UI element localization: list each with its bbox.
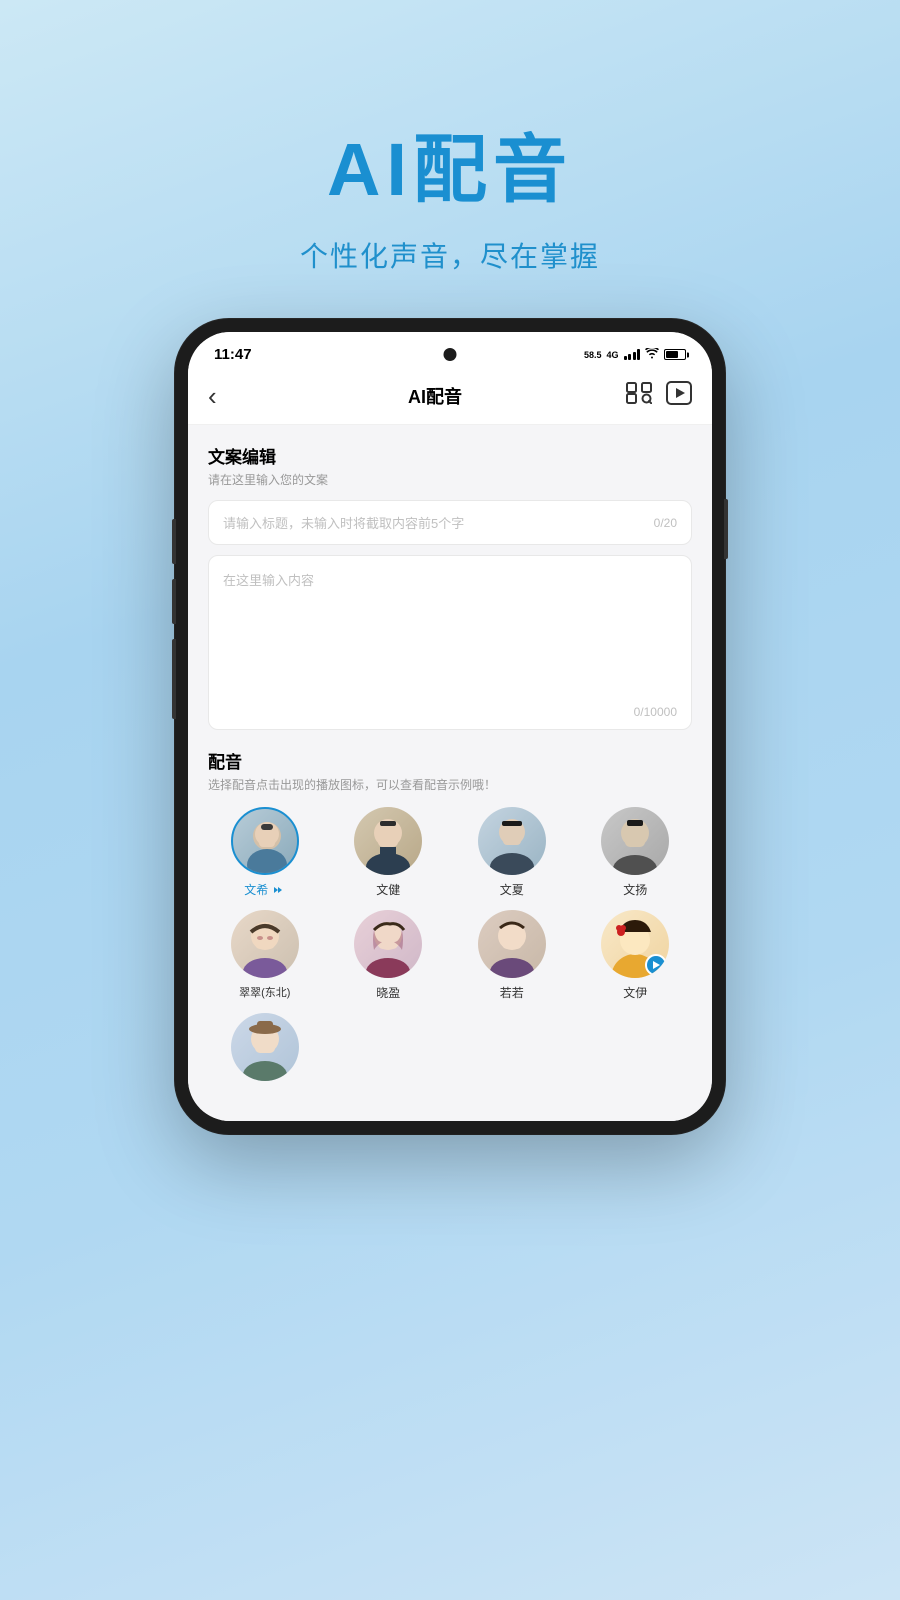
copy-section: 文案编辑 请在这里输入您的文案 请输入标题，未输入时将截取内容前5个字 0/20… — [208, 443, 692, 730]
voice-section: 配音 选择配音点击出现的播放图标，可以查看配音示例哦！ — [208, 748, 692, 1103]
active-voice-badge — [645, 954, 667, 976]
status-icons: 58.5 4G — [584, 348, 686, 362]
page-background: AI配音 个性化声音，尽在掌握 11:47 58.5 4G — [0, 0, 900, 1600]
voice-section-subtitle: 选择配音点击出现的播放图标，可以查看配音示例哦！ — [208, 776, 692, 793]
voice-item-ruoruo[interactable]: 若若 — [455, 910, 569, 1001]
main-title: AI配音 — [300, 110, 600, 217]
voice-avatar-ruoruo — [478, 910, 546, 978]
voice-avatar-wenxi — [231, 807, 299, 875]
voice-avatar-xiaoying — [354, 910, 422, 978]
voice-avatar-wenxia — [478, 807, 546, 875]
voice-item-cuicui[interactable]: 翠翠(东北) — [208, 910, 322, 1001]
voice-item-xiaoying[interactable]: 晓盈 — [332, 910, 446, 1001]
voice-item-extra[interactable] — [208, 1013, 322, 1103]
voice-name-wenyang: 文扬 — [623, 881, 647, 898]
status-time: 11:47 — [214, 346, 252, 363]
top-nav: ‹ AI配音 — [188, 371, 712, 425]
voice-item-wenyi[interactable]: 文伊 — [579, 910, 693, 1001]
voice-avatar-wenjian — [354, 807, 422, 875]
voice-name-wenyi: 文伊 — [623, 984, 647, 1001]
nav-actions — [626, 381, 692, 410]
voice-grid-row-3 — [208, 1013, 692, 1103]
voice-section-title: 配音 — [208, 748, 692, 773]
phone-screen: 11:47 58.5 4G — [188, 332, 712, 1121]
phone-frame: 11:47 58.5 4G — [175, 319, 725, 1134]
title-input-placeholder: 请输入标题，未输入时将截取内容前5个字 — [223, 513, 464, 532]
nav-title: AI配音 — [244, 383, 626, 409]
copy-section-subtitle: 请在这里输入您的文案 — [208, 471, 692, 488]
signal-icon — [624, 349, 641, 360]
title-input-count: 0/20 — [654, 516, 677, 530]
status-bar: 11:47 58.5 4G — [188, 332, 712, 371]
voice-avatar-extra — [231, 1013, 299, 1081]
screen-content: 文案编辑 请在这里输入您的文案 请输入标题，未输入时将截取内容前5个字 0/20… — [188, 425, 712, 1121]
voice-name-ruoruo: 若若 — [500, 984, 524, 1001]
title-input-field[interactable]: 请输入标题，未输入时将截取内容前5个字 0/20 — [208, 500, 692, 545]
power-button — [724, 499, 728, 559]
network-indicator: 58.5 — [584, 350, 602, 360]
volume-button-1 — [172, 519, 176, 564]
voice-name-wenxia: 文夏 — [500, 881, 524, 898]
voice-name-cuicui: 翠翠(东北) — [239, 984, 290, 1000]
content-input-field[interactable]: 在这里输入内容 0/10000 — [208, 555, 692, 730]
voice-grid-row-1: 文希 — [208, 807, 692, 898]
voice-item-wenjian[interactable]: 文健 — [332, 807, 446, 898]
voice-item-wenxia[interactable]: 文夏 — [455, 807, 569, 898]
wifi-icon — [645, 348, 659, 362]
voice-item-wenxi[interactable]: 文希 — [208, 807, 322, 898]
volume-button-3 — [172, 639, 176, 719]
content-input-count: 0/10000 — [634, 705, 677, 719]
copy-section-title: 文案编辑 — [208, 443, 692, 468]
camera-notch — [444, 348, 457, 361]
main-subtitle: 个性化声音，尽在掌握 — [300, 235, 600, 275]
page-header: AI配音 个性化声音，尽在掌握 — [300, 110, 600, 275]
network-type: 4G — [606, 350, 618, 360]
voice-name-wenjian: 文健 — [376, 881, 400, 898]
voice-name-xiaoying: 晓盈 — [376, 984, 400, 1001]
voice-name-wenxi: 文希 — [244, 881, 285, 898]
play-icon-button[interactable] — [666, 381, 692, 410]
battery-icon — [664, 349, 686, 360]
voice-item-wenyang[interactable]: 文扬 — [579, 807, 693, 898]
voice-avatar-cuicui — [231, 910, 299, 978]
voice-avatar-wenyang — [601, 807, 669, 875]
volume-button-2 — [172, 579, 176, 624]
content-input-placeholder: 在这里输入内容 — [223, 573, 314, 588]
voice-grid-row-2: 翠翠(东北) — [208, 910, 692, 1001]
scan-icon-button[interactable] — [626, 382, 652, 409]
back-button[interactable]: ‹ — [208, 383, 244, 409]
voice-avatar-wenyi — [601, 910, 669, 978]
